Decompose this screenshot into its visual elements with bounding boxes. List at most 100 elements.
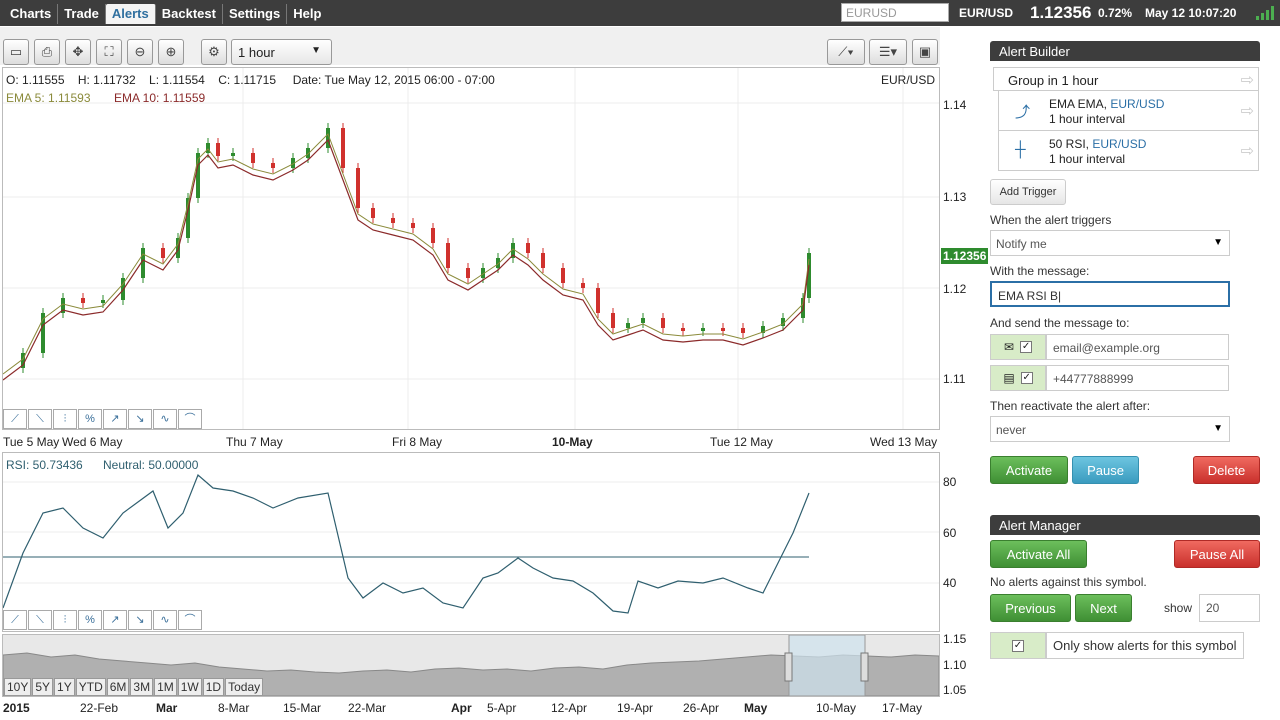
chevron-right-icon[interactable]: ⇨: [1241, 70, 1254, 90]
ray-tool-icon[interactable]: ⟍: [28, 610, 52, 630]
arrow-down-tool-icon[interactable]: ↘: [128, 610, 152, 630]
percent-tool-icon[interactable]: %: [78, 409, 102, 429]
email-field[interactable]: email@example.org: [1046, 334, 1229, 360]
save-icon[interactable]: ▣: [912, 39, 938, 65]
activate-button[interactable]: Activate: [990, 456, 1068, 484]
pan-icon[interactable]: ✥: [65, 39, 91, 65]
zoom-1w[interactable]: 1W: [177, 678, 202, 696]
sms-toggle[interactable]: ▤ ✓: [990, 365, 1046, 391]
draw-line-icon[interactable]: ⟋▾: [827, 39, 865, 65]
chart-toolbar: ▭ ⎙ ✥ ⛶ ⊖ ⊕ ⚙ 1 hour ▼ ⟋▾ ☰▾ ▣: [0, 27, 940, 65]
nav-alerts[interactable]: Alerts: [105, 4, 156, 24]
price-chart-plot: [3, 68, 939, 429]
alert-manager-title: Alert Manager: [990, 515, 1260, 535]
trigger-rsi-name: 50 RSI, EUR/USD: [1049, 137, 1146, 151]
rsi-chart[interactable]: RSI: 50.73436 Neutral: 50.00000 ⟋ ⟍ ⫶% ↗ ↘ ∿ ⌒: [2, 452, 940, 632]
pause-button[interactable]: Pause: [1072, 456, 1139, 484]
email-checkbox[interactable]: ✓: [1020, 341, 1033, 353]
trigger-ema-symbol[interactable]: EUR/USD: [1110, 97, 1164, 111]
ema10-line: [3, 138, 810, 381]
zoom-ytd[interactable]: YTD: [75, 678, 106, 696]
candle-body: [81, 298, 85, 303]
time-axis-label: Tue 5 May: [3, 435, 60, 449]
server-time: May 12 10:07:20: [1145, 6, 1237, 20]
ray-tool-icon[interactable]: ⟍: [28, 409, 52, 429]
list-icon[interactable]: ☰▾: [869, 39, 907, 65]
percent-tool-icon[interactable]: %: [78, 610, 102, 630]
ohlc-close: C: 1.11715: [218, 73, 277, 87]
wave-tool-icon[interactable]: ⌒: [178, 610, 202, 630]
trendline-tool-icon[interactable]: ⟋: [3, 610, 27, 630]
print-icon[interactable]: ⎙: [34, 39, 60, 65]
zoom-5y[interactable]: 5Y: [32, 678, 54, 696]
message-input[interactable]: EMA RSI B|: [990, 281, 1230, 307]
navigator-date-label: 10-May: [816, 701, 857, 715]
reactivate-select[interactable]: never ▼: [990, 416, 1230, 442]
fit-icon[interactable]: ⛶: [96, 39, 122, 65]
email-toggle[interactable]: ✉ ✓: [990, 334, 1046, 360]
notify-select[interactable]: Notify me ▼: [990, 230, 1230, 256]
candle-body: [721, 328, 725, 331]
price-axis-label: 1.14: [943, 98, 967, 112]
threshold-icon: ┼: [1015, 141, 1026, 158]
zoom-today[interactable]: Today: [225, 678, 264, 696]
wave-tool-icon[interactable]: ⌒: [178, 409, 202, 429]
candle-body: [341, 128, 345, 168]
navigator-date-label: 26-Apr: [683, 701, 720, 715]
add-trigger-button[interactable]: Add Trigger: [990, 179, 1066, 205]
zoom-1y[interactable]: 1Y: [54, 678, 75, 696]
ema10-legend: EMA 10: 1.11559: [114, 91, 206, 105]
fib-tool-icon[interactable]: ⫶: [53, 610, 77, 630]
price-chart[interactable]: O: 1.11555 H: 1.11732 L: 1.11554 C: 1.11…: [2, 67, 940, 430]
previous-button[interactable]: Previous: [990, 594, 1071, 622]
zoom-in-icon[interactable]: ⊕: [158, 39, 184, 65]
nav-axis-label: 1.10: [943, 658, 967, 672]
navigator-date-label: 5-Apr: [487, 701, 517, 715]
arrow-up-tool-icon[interactable]: ↗: [103, 409, 127, 429]
arrow-up-tool-icon[interactable]: ↗: [103, 610, 127, 630]
trend-icon: ⤴: [1015, 104, 1031, 121]
nav-trade[interactable]: Trade: [58, 4, 106, 24]
zoom-1m[interactable]: 1M: [154, 678, 177, 696]
curve-tool-icon[interactable]: ∿: [153, 610, 177, 630]
alert-builder: Alert Builder: [990, 41, 1260, 61]
delete-button[interactable]: Delete: [1193, 456, 1260, 484]
pause-all-button[interactable]: Pause All: [1174, 540, 1260, 568]
interval-select[interactable]: 1 hour ▼: [231, 39, 332, 65]
navigator-handle-right: [860, 652, 869, 682]
zoom-10y[interactable]: 10Y: [4, 678, 32, 696]
fib-tool-icon[interactable]: ⫶: [53, 409, 77, 429]
candle-body: [641, 318, 645, 323]
next-button[interactable]: Next: [1075, 594, 1132, 622]
ohlc-open: O: 1.11555: [6, 73, 65, 87]
phone-field[interactable]: +44777888999: [1046, 365, 1229, 391]
trigger-ema[interactable]: ⤴ EMA EMA, EUR/USD 1 hour interval ⇨: [998, 91, 1259, 131]
symbol-search-input[interactable]: EURUSD: [841, 3, 949, 22]
nav-charts[interactable]: Charts: [4, 4, 59, 24]
zoom-6m[interactable]: 6M: [106, 678, 130, 696]
zoom-3m[interactable]: 3M: [130, 678, 154, 696]
only-symbol-checkbox[interactable]: ✓: [1012, 639, 1024, 652]
chevron-right-icon[interactable]: ⇨: [1241, 141, 1254, 161]
trigger-rsi-symbol[interactable]: EUR/USD: [1092, 137, 1146, 151]
page-size-input[interactable]: 20: [1199, 594, 1260, 622]
trigger-group-label: Group in 1 hour: [1008, 73, 1099, 88]
nav-backtest[interactable]: Backtest: [156, 4, 223, 24]
arrow-down-tool-icon[interactable]: ↘: [128, 409, 152, 429]
zoom-out-icon[interactable]: ⊖: [127, 39, 153, 65]
activate-all-button[interactable]: Activate All: [990, 540, 1087, 568]
candle-body: [101, 300, 105, 303]
only-symbol-toggle[interactable]: ✓: [990, 632, 1046, 659]
trigger-rsi[interactable]: ┼ 50 RSI, EUR/USD 1 hour interval ⇨: [998, 131, 1259, 171]
chevron-right-icon[interactable]: ⇨: [1241, 101, 1254, 121]
nav-help[interactable]: Help: [287, 4, 327, 24]
gear-icon[interactable]: ⚙: [201, 39, 227, 65]
chart-type-icon[interactable]: ▭: [3, 39, 29, 65]
nav-settings[interactable]: Settings: [223, 4, 288, 24]
curve-tool-icon[interactable]: ∿: [153, 409, 177, 429]
trendline-tool-icon[interactable]: ⟋: [3, 409, 27, 429]
trigger-group[interactable]: Group in 1 hour ⇨: [993, 67, 1259, 91]
zoom-1d[interactable]: 1D: [202, 678, 225, 696]
sms-checkbox[interactable]: ✓: [1020, 372, 1033, 384]
candle-body: [661, 318, 665, 328]
